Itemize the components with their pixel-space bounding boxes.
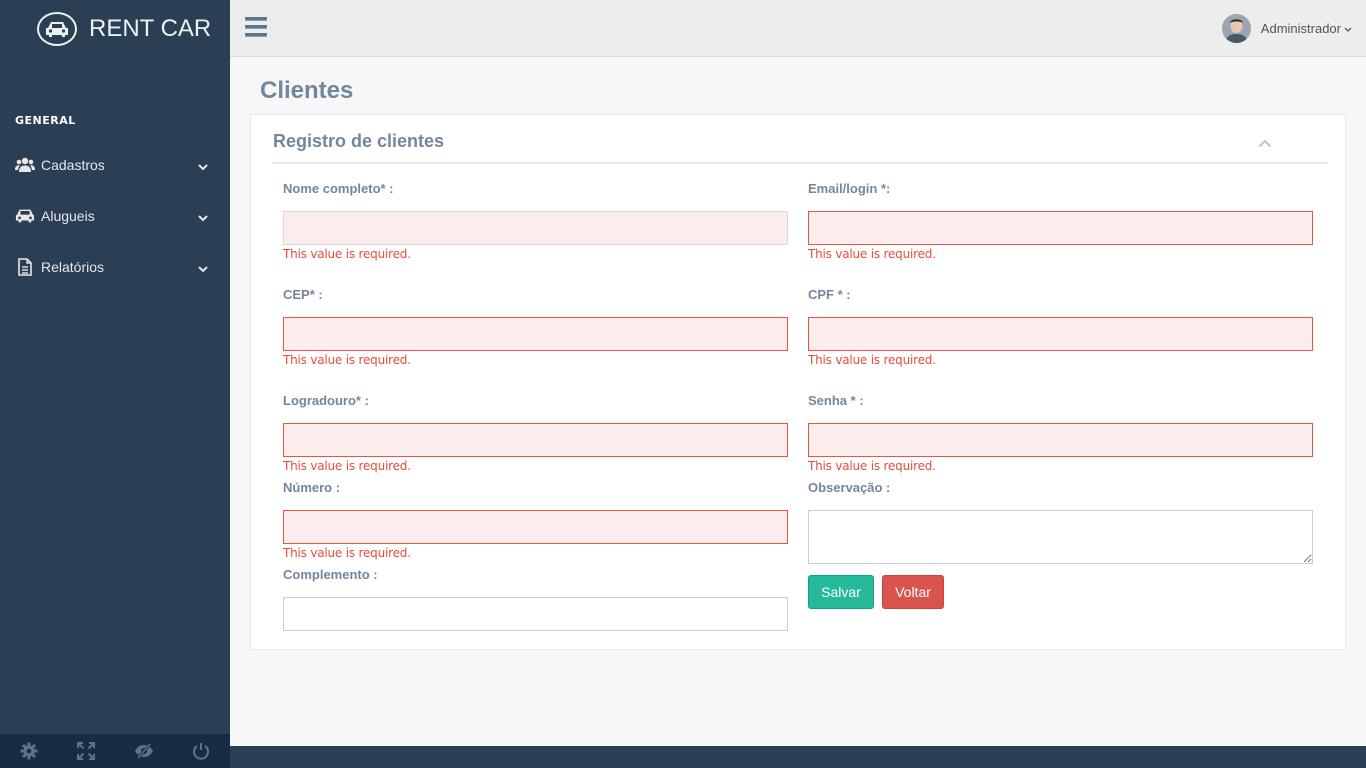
senha-field-group: Senha * : This value is required. [808,393,1313,473]
logradouro-label: Logradouro* : [283,393,369,408]
cpf-label: CPF * : [808,287,851,302]
observacao-textarea[interactable] [808,510,1313,564]
nome-field-group: Nome completo* : This value is required. [283,181,788,261]
sidebar-menu: Cadastros Alugueis Relatórios [0,139,230,292]
numero-field-group: Número : This value is required. [283,480,788,560]
eye-slash-icon[interactable] [115,734,173,768]
car-logo-icon [37,11,77,46]
observacao-label: Observação : [808,480,891,495]
footer-bar [230,746,1366,768]
sidebar-item-label: Alugueis [41,207,95,224]
senha-error: This value is required. [808,459,936,473]
chevron-down-icon [1344,20,1352,38]
logradouro-error: This value is required. [283,459,411,473]
menu-toggle-icon[interactable] [245,17,267,39]
document-icon [15,257,35,277]
chevron-down-icon [198,158,208,174]
car-icon [15,206,35,226]
sidebar-footer [0,734,230,768]
top-navigation: Administrador [230,0,1366,57]
numero-error: This value is required. [283,546,411,560]
complemento-label: Complemento : [283,567,378,582]
chevron-down-icon [198,260,208,276]
cpf-error: This value is required. [808,353,936,367]
email-input[interactable] [808,211,1313,245]
sidebar-item-relatorios[interactable]: Relatórios [0,241,230,292]
user-name: Administrador [1260,21,1341,36]
divider [272,162,1328,164]
sidebar-item-label: Cadastros [41,156,105,173]
power-icon[interactable] [173,734,231,768]
fullscreen-icon[interactable] [58,734,116,768]
user-menu[interactable]: Administrador [1221,14,1352,43]
sidebar: RENT CAR GENERAL Cadastros Alugueis Rela… [0,0,230,768]
email-error: This value is required. [808,247,936,261]
observacao-field-group: Observação : [808,480,1313,569]
sidebar-item-label: Relatórios [41,258,105,275]
page-title: Clientes [260,77,354,104]
senha-input[interactable] [808,423,1313,457]
menu-section-title: GENERAL [15,114,76,127]
settings-icon[interactable] [0,734,58,768]
cep-input[interactable] [283,317,788,351]
avatar [1221,14,1251,43]
cpf-input[interactable] [808,317,1313,351]
numero-input[interactable] [283,510,788,544]
back-button[interactable]: Voltar [882,575,944,609]
cep-label: CEP* : [283,287,323,302]
email-field-group: Email/login *: This value is required. [808,181,1313,261]
nome-input[interactable] [283,211,788,245]
sidebar-item-alugueis[interactable]: Alugueis [0,190,230,241]
save-button[interactable]: Salvar [808,575,874,609]
cpf-field-group: CPF * : This value is required. [808,287,1313,367]
brand-title: RENT CAR [89,14,212,42]
senha-label: Senha * : [808,393,864,408]
logradouro-input[interactable] [283,423,788,457]
users-icon [15,155,35,175]
chevron-up-icon[interactable] [1258,135,1272,153]
chevron-down-icon [198,209,208,225]
complemento-field-group: Complemento : [283,567,788,631]
nome-error: This value is required. [283,247,411,261]
cep-field-group: CEP* : This value is required. [283,287,788,367]
logradouro-field-group: Logradouro* : This value is required. [283,393,788,473]
brand[interactable]: RENT CAR [0,0,230,57]
numero-label: Número : [283,480,341,495]
nome-label: Nome completo* : [283,181,394,196]
panel-title: Registro de clientes [273,131,445,151]
email-label: Email/login *: [808,181,891,196]
sidebar-item-cadastros[interactable]: Cadastros [0,139,230,190]
complemento-input[interactable] [283,597,788,631]
cep-error: This value is required. [283,353,411,367]
